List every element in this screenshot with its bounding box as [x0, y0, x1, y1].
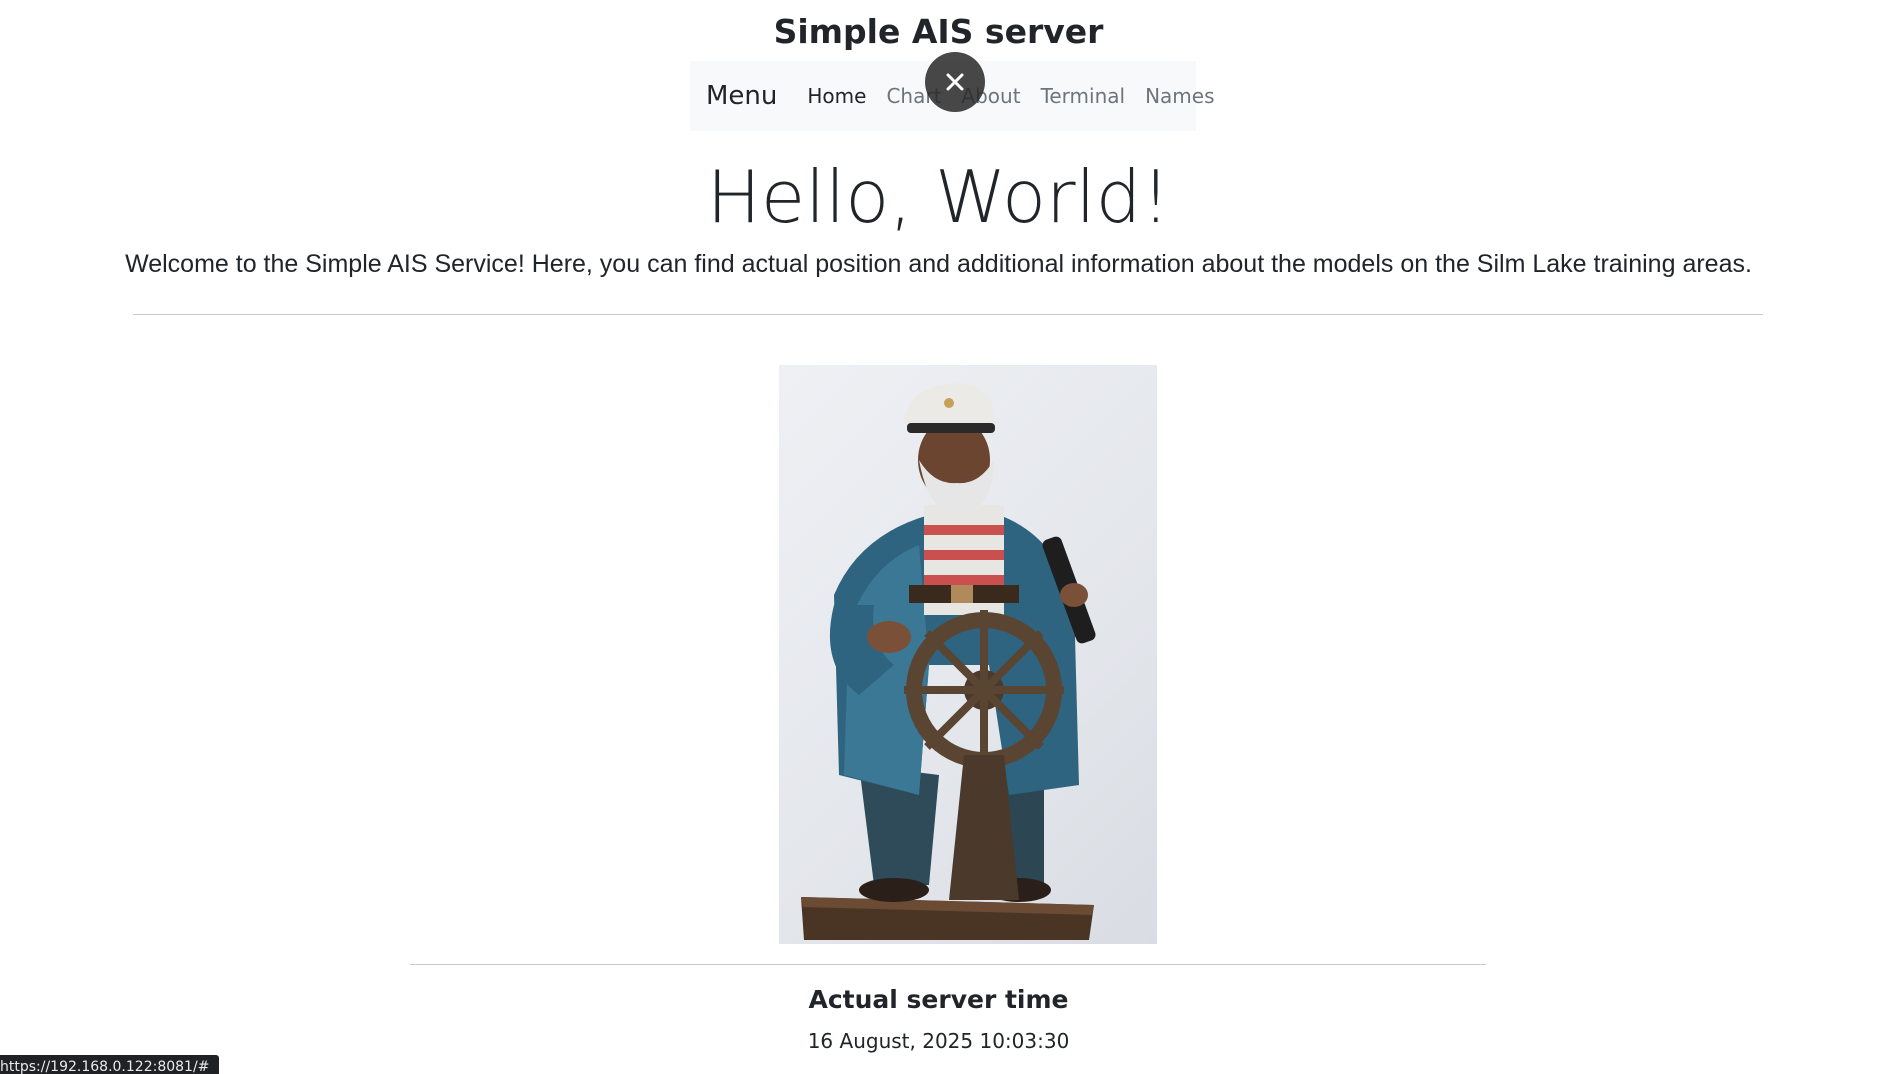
hero-title: Hello, World!	[706, 155, 1171, 239]
server-time-heading: Actual server time	[808, 985, 1069, 1014]
navbar-brand[interactable]: Menu	[706, 81, 777, 111]
site-title: Simple AIS server	[773, 12, 1104, 51]
captain-figurine-image	[779, 365, 1157, 944]
divider	[410, 964, 1486, 965]
divider	[133, 314, 1763, 315]
page: Simple AIS server Menu Home Chart About …	[0, 0, 1877, 1074]
close-button[interactable]	[925, 52, 985, 112]
hero-lead: Welcome to the Simple AIS Service! Here,…	[125, 250, 1752, 278]
nav-link-home[interactable]: Home	[807, 84, 866, 108]
captain-figurine-illustration	[801, 383, 1096, 940]
close-icon	[946, 73, 964, 91]
nav-link-names[interactable]: Names	[1145, 84, 1214, 108]
status-bar-url: https://192.168.0.122:8081/#	[0, 1055, 220, 1074]
nav-link-terminal[interactable]: Terminal	[1041, 84, 1126, 108]
server-time-value: 16 August, 2025 10:03:30	[807, 1029, 1070, 1053]
